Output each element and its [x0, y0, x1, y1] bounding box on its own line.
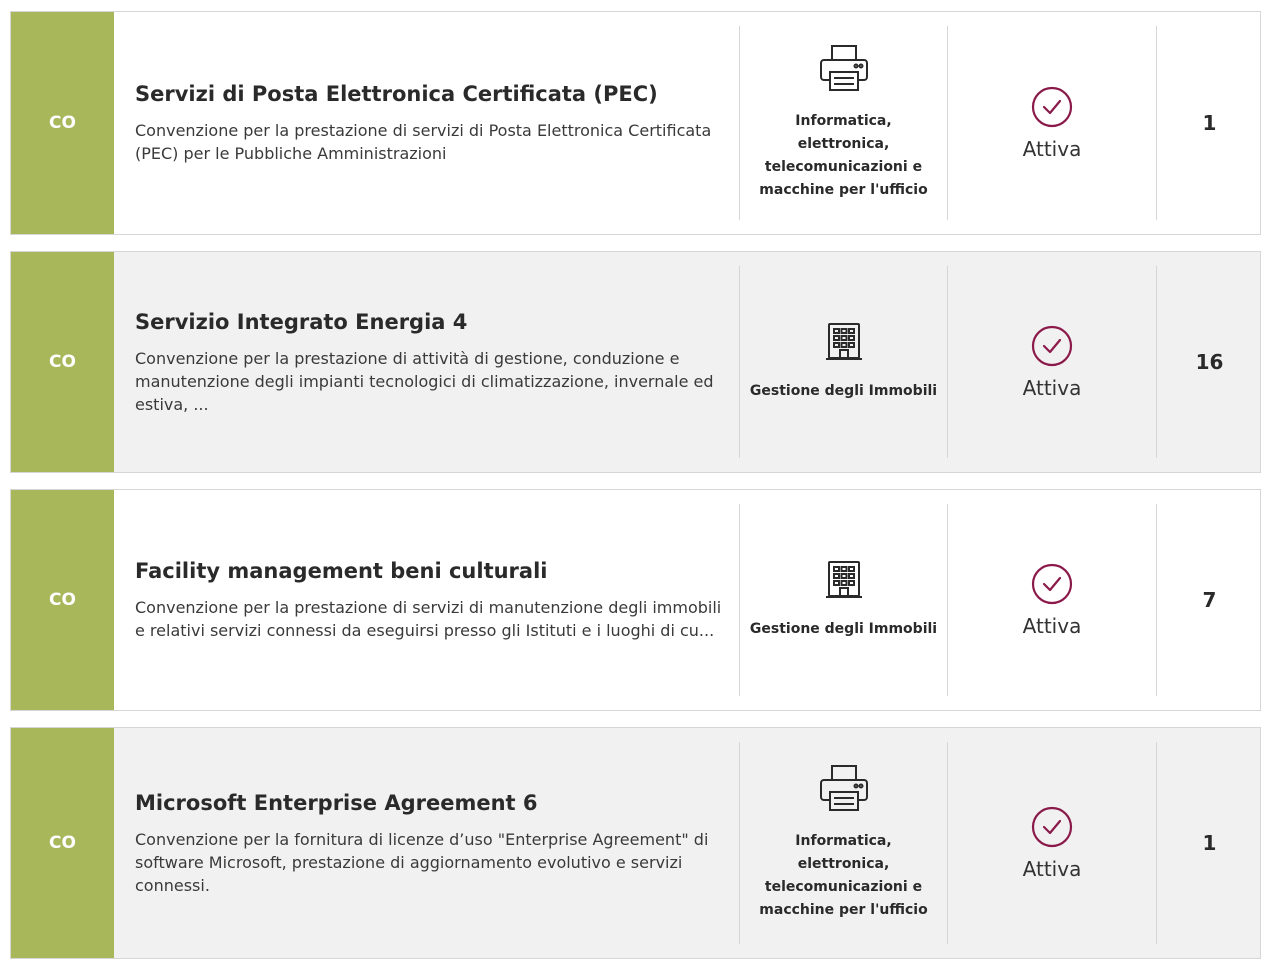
count-value: 7 — [1202, 588, 1217, 612]
convention-row[interactable]: CO Facility management beni culturali Co… — [10, 489, 1261, 711]
category-label: Gestione degli Immobili — [749, 620, 938, 637]
check-circle-icon — [1031, 563, 1073, 605]
code-badge: CO — [11, 12, 114, 234]
count-value: 16 — [1195, 350, 1224, 374]
category-cell: Gestione degli Immobili — [739, 490, 948, 710]
check-circle-icon — [1031, 325, 1073, 367]
printer-icon — [819, 765, 868, 811]
building-icon — [825, 322, 862, 360]
convention-list: CO Servizi di Posta Elettronica Certific… — [10, 11, 1261, 975]
convention-description: Convenzione per la prestazione di attivi… — [135, 348, 714, 414]
convention-description: Convenzione per la fornitura di licenze … — [135, 829, 709, 895]
printer-icon — [819, 45, 868, 91]
code-badge: CO — [11, 728, 114, 958]
status-cell: Attiva — [948, 252, 1156, 472]
category-cell: Gestione degli Immobili — [739, 252, 948, 472]
convention-row[interactable]: CO Servizio Integrato Energia 4 Convenzi… — [10, 251, 1261, 473]
convention-info: Facility management beni culturali Conve… — [114, 490, 738, 710]
count-value: 1 — [1202, 831, 1217, 855]
convention-info: Servizio Integrato Energia 4 Convenzione… — [114, 252, 738, 472]
check-circle-icon — [1031, 86, 1073, 128]
convention-info: Servizi di Posta Elettronica Certificata… — [114, 12, 738, 234]
convention-title[interactable]: Servizi di Posta Elettronica Certificata… — [135, 81, 738, 107]
status-label: Attiva — [1022, 137, 1082, 161]
category-label: Informatica, elettronica, telecomunicazi… — [759, 833, 928, 918]
convention-title[interactable]: Servizio Integrato Energia 4 — [135, 309, 738, 335]
status-label: Attiva — [1022, 614, 1082, 638]
status-cell: Attiva — [948, 12, 1156, 234]
category-cell: Informatica, elettronica, telecomunicazi… — [739, 12, 948, 234]
convention-description: Convenzione per la prestazione di serviz… — [135, 598, 722, 640]
building-icon — [825, 560, 862, 598]
code-badge: CO — [11, 490, 114, 710]
category-label: Informatica, elettronica, telecomunicazi… — [759, 113, 928, 198]
status-cell: Attiva — [948, 490, 1156, 710]
convention-title[interactable]: Facility management beni culturali — [135, 558, 738, 584]
category-label: Gestione degli Immobili — [749, 382, 938, 399]
convention-info: Microsoft Enterprise Agreement 6 Convenz… — [114, 728, 738, 958]
status-cell: Attiva — [948, 728, 1156, 958]
code-badge: CO — [11, 252, 114, 472]
convention-title[interactable]: Microsoft Enterprise Agreement 6 — [135, 790, 738, 816]
convention-row[interactable]: CO Servizi di Posta Elettronica Certific… — [10, 11, 1261, 235]
count-value: 1 — [1202, 111, 1217, 135]
category-cell: Informatica, elettronica, telecomunicazi… — [739, 728, 948, 958]
status-label: Attiva — [1022, 857, 1082, 881]
convention-description: Convenzione per la prestazione di serviz… — [135, 121, 712, 163]
convention-row[interactable]: CO Microsoft Enterprise Agreement 6 Conv… — [10, 727, 1261, 959]
check-circle-icon — [1031, 806, 1073, 848]
status-label: Attiva — [1022, 376, 1082, 400]
